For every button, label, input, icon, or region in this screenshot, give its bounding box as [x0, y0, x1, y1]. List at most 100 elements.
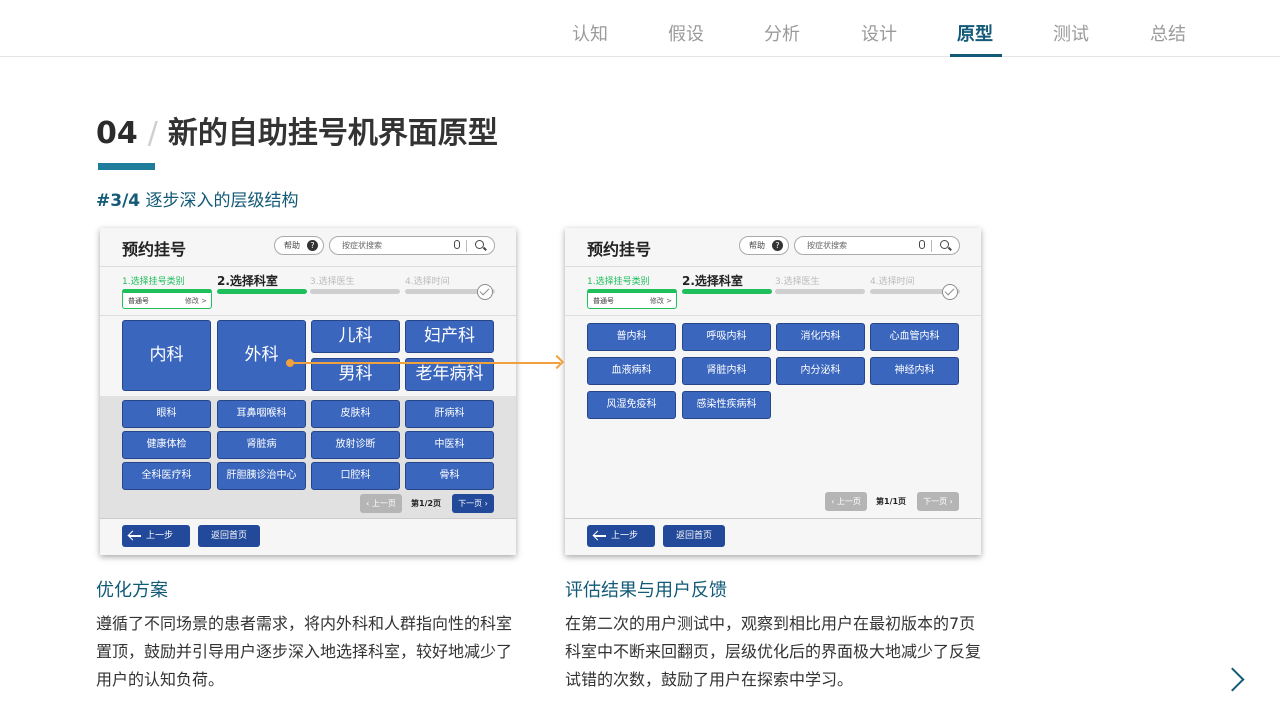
sub-dept-button[interactable]: 消化内科 — [776, 323, 865, 351]
sub-dept-button[interactable]: 肾脏内科 — [682, 357, 771, 385]
nav-tab-analysis[interactable]: 分析 — [764, 20, 800, 46]
search-icon[interactable] — [940, 240, 949, 249]
next-page-button[interactable]: 下一页 › — [452, 494, 494, 513]
dept-button[interactable]: 肝病科 — [405, 400, 494, 428]
header-divider — [100, 266, 516, 267]
home-button[interactable]: 返回首页 — [663, 525, 725, 547]
sub-dept-button[interactable]: 神经内科 — [870, 357, 959, 385]
next-page-label: 下一页 — [458, 499, 483, 508]
search-divider — [466, 240, 467, 252]
kiosk-title: 预约挂号 — [587, 240, 652, 259]
checkmark-icon — [477, 284, 493, 300]
kiosk-title: 预约挂号 — [122, 240, 187, 259]
search-icon[interactable] — [475, 240, 484, 249]
sub-dept-button[interactable]: 普内科 — [587, 323, 676, 351]
evaluation-text: 在第二次的用户测试中，观察到相比用户在最初版本的7页科室中不断来回翻页，层级优化… — [565, 614, 982, 689]
title-text: 新的自助挂号机界面原型 — [167, 116, 498, 151]
sub-dept-button[interactable]: 感染性疾病科 — [682, 391, 771, 419]
top-nav: 认知 假设 分析 设计 原型 测试 总结 — [0, 0, 1280, 57]
dept-button[interactable]: 肝胆胰诊治中心 — [217, 462, 306, 490]
nav-tab-design[interactable]: 设计 — [861, 20, 897, 46]
search-placeholder: 按症状搜索 — [807, 241, 847, 250]
next-page-button[interactable]: 下一页 › — [917, 492, 959, 511]
evaluation-heading: 评估结果与用户反馈 — [565, 580, 727, 601]
next-page-label: 下一页 — [923, 497, 948, 506]
optimization-heading: 优化方案 — [96, 580, 168, 601]
step-3-progress — [775, 289, 865, 294]
home-button[interactable]: 返回首页 — [198, 525, 260, 547]
chevron-right-icon: › — [482, 499, 488, 508]
sub-dept-button[interactable]: 风湿免疫科 — [587, 391, 676, 419]
subtitle-index: #3/4 — [96, 191, 141, 211]
dept-button-pediatrics[interactable]: 儿科 — [311, 320, 400, 353]
dept-button[interactable]: 健康体检 — [122, 431, 211, 459]
nav-active-underline — [950, 54, 1002, 57]
optimization-text: 遵循了不同场景的患者需求，将内外科和人群指向性的科室置顶，鼓励并引导用户逐步深入… — [96, 614, 513, 689]
dept-button[interactable]: 口腔科 — [311, 462, 400, 490]
sub-dept-button[interactable]: 心血管内科 — [870, 323, 959, 351]
sub-dept-button[interactable]: 血液病科 — [587, 357, 676, 385]
next-slide-chevron-icon[interactable] — [1222, 666, 1248, 694]
nav-tab-testing[interactable]: 测试 — [1053, 20, 1089, 46]
step-3-progress — [310, 289, 400, 294]
prev-page-button[interactable]: ‹ 上一页 — [360, 494, 402, 513]
arrow-left-icon — [594, 535, 606, 537]
checkmark-icon — [942, 284, 958, 300]
dept-button-surgery[interactable]: 外科 — [217, 320, 306, 391]
dept-button[interactable]: 全科医疗科 — [122, 462, 211, 490]
modify-link[interactable]: 修改 > — [650, 296, 672, 306]
dept-button[interactable]: 放射诊断 — [311, 431, 400, 459]
sub-dept-button[interactable]: 呼吸内科 — [682, 323, 771, 351]
selected-type-box: 普通号 修改 > — [122, 293, 212, 309]
dept-button[interactable]: 皮肤科 — [311, 400, 400, 428]
back-button[interactable]: 上一步 — [587, 525, 655, 547]
subtitle-text: 逐步深入的层级结构 — [145, 191, 299, 211]
dept-button[interactable]: 眼科 — [122, 400, 211, 428]
question-icon: ? — [772, 240, 783, 251]
section-number: 04 — [96, 116, 138, 151]
header-divider — [565, 266, 981, 267]
nav-tab-prototype[interactable]: 原型 — [957, 20, 993, 46]
back-button[interactable]: 上一步 — [122, 525, 190, 547]
modify-link[interactable]: 修改 > — [185, 296, 207, 306]
search-divider — [931, 240, 932, 252]
microphone-icon[interactable] — [919, 240, 925, 249]
step-4-label: 4.选择时间 — [870, 277, 915, 287]
page-indicator: 第1/2页 — [411, 499, 442, 508]
step-2-label: 2.选择科室 — [217, 274, 278, 288]
help-button[interactable]: 帮助? — [739, 236, 789, 255]
nav-tab-cognition[interactable]: 认知 — [572, 20, 608, 46]
symptom-search-input[interactable]: 按症状搜索 — [329, 236, 495, 255]
sub-dept-button[interactable]: 内分泌科 — [776, 357, 865, 385]
chevron-right-icon: › — [947, 497, 953, 506]
dept-button[interactable]: 骨科 — [405, 462, 494, 490]
question-icon: ? — [307, 240, 318, 251]
step-4-label: 4.选择时间 — [405, 277, 450, 287]
title-accent-bar — [98, 163, 155, 170]
dept-button[interactable]: 肾脏病 — [217, 431, 306, 459]
page-subtitle: #3/4 逐步深入的层级结构 — [96, 186, 299, 211]
selected-type-box: 普通号 修改 > — [587, 293, 677, 309]
page-indicator: 第1/1页 — [876, 497, 907, 506]
steps-divider — [100, 315, 516, 316]
prev-page-button[interactable]: ‹ 上一页 — [825, 492, 867, 511]
selected-type: 普通号 — [128, 297, 149, 305]
dept-button-obstetrics[interactable]: 妇产科 — [405, 320, 494, 353]
kiosk-mockup-right: 预约挂号 帮助? 按症状搜索 1.选择挂号类别 2.选择科室 3.选择医生 4.… — [565, 228, 981, 555]
arrow-right-icon — [549, 354, 565, 370]
dept-button[interactable]: 中医科 — [405, 431, 494, 459]
footer-divider — [100, 518, 516, 519]
flow-arrow-line — [290, 362, 560, 364]
dept-button[interactable]: 耳鼻咽喉科 — [217, 400, 306, 428]
footer-divider — [565, 518, 981, 519]
back-label: 上一步 — [611, 531, 639, 541]
help-button[interactable]: 帮助? — [274, 236, 324, 255]
microphone-icon[interactable] — [454, 240, 460, 249]
step-3-label: 3.选择医生 — [310, 277, 355, 287]
nav-tab-hypothesis[interactable]: 假设 — [668, 20, 704, 46]
dept-button-internal-medicine[interactable]: 内科 — [122, 320, 211, 391]
nav-tab-summary[interactable]: 总结 — [1150, 20, 1186, 46]
step-2-progress — [217, 289, 307, 294]
help-label: 帮助 — [749, 241, 765, 250]
symptom-search-input[interactable]: 按症状搜索 — [794, 236, 960, 255]
